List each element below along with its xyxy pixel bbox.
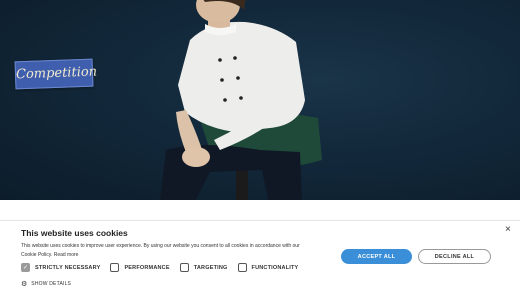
cookie-banner-text: This website uses cookies to improve use… xyxy=(21,242,331,260)
accept-all-button[interactable]: ACCEPT ALL xyxy=(341,249,412,264)
checkbox-targeting[interactable] xyxy=(179,263,189,272)
checkbox-functionality[interactable] xyxy=(237,263,247,272)
cookie-banner-title: This website uses cookies xyxy=(21,228,128,238)
gear-icon: ⚙ xyxy=(21,281,28,288)
cookie-text-line1: This website uses cookies to improve use… xyxy=(21,243,300,249)
read-more-link[interactable]: Read more xyxy=(54,252,79,258)
cookie-banner: This website uses cookies This website u… xyxy=(0,220,520,294)
competition-badge[interactable]: Competition xyxy=(14,58,97,90)
show-details-toggle[interactable]: ⚙ SHOW DETAILS xyxy=(21,280,71,288)
cookie-options: ✓ STRICTLY NECESSARY PERFORMANCE TARGETI… xyxy=(21,263,308,272)
chef-photo xyxy=(160,0,322,200)
show-details-label: SHOW DETAILS xyxy=(31,281,72,287)
option-performance[interactable]: PERFORMANCE xyxy=(110,263,170,272)
option-functionality[interactable]: FUNCTIONALITY xyxy=(237,263,299,272)
checkbox-performance[interactable] xyxy=(110,263,120,272)
page-content-strip xyxy=(0,200,520,220)
option-targeting[interactable]: TARGETING xyxy=(179,263,228,272)
option-strictly-necessary[interactable]: ✓ STRICTLY NECESSARY xyxy=(21,263,100,272)
hero-image: Competition xyxy=(0,0,520,200)
option-label: PERFORMANCE xyxy=(124,264,170,271)
option-label: FUNCTIONALITY xyxy=(251,264,299,271)
cookie-text-line2: Cookie Policy. xyxy=(21,252,53,258)
decline-all-button[interactable]: DECLINE ALL xyxy=(418,249,491,264)
option-label: TARGETING xyxy=(193,264,228,271)
close-icon[interactable]: × xyxy=(505,224,511,235)
checkbox-strictly-necessary[interactable]: ✓ xyxy=(21,263,30,272)
option-label: STRICTLY NECESSARY xyxy=(35,264,101,271)
